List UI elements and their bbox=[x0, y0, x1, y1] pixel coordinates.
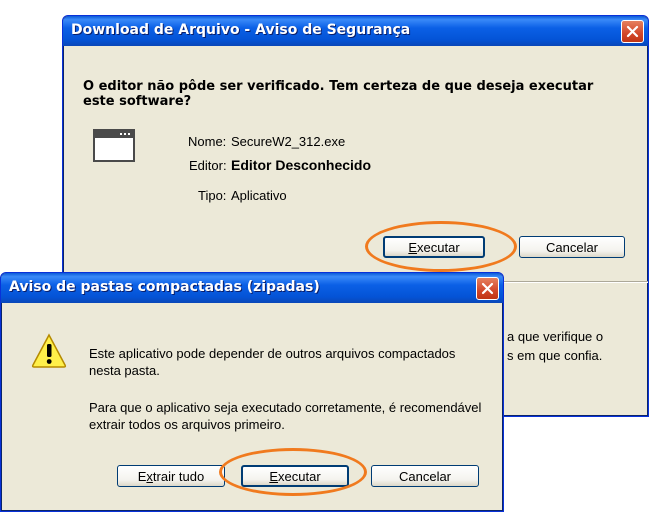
name-label: Nome: bbox=[188, 134, 227, 149]
run-button[interactable]: Executar bbox=[383, 236, 485, 258]
extract-all-button[interactable]: Ex trair tudo bbox=[117, 465, 225, 487]
cancel-button[interactable]: Cancelar bbox=[371, 465, 479, 487]
zipped-warning-titlebar[interactable]: Aviso de pastas compactadas (zipadas) bbox=[1, 273, 503, 303]
warning-icon bbox=[31, 333, 67, 368]
extract-all-first: E bbox=[137, 468, 147, 484]
name-value: SecureW2_312.exe bbox=[231, 134, 346, 149]
zipped-message-2: Para que o aplicativo seja executado cor… bbox=[89, 400, 482, 432]
close-button[interactable] bbox=[476, 277, 499, 300]
run-button-accel: E bbox=[269, 468, 279, 484]
run-button-label: xecutar bbox=[278, 468, 321, 484]
close-icon bbox=[481, 282, 494, 295]
extract-all-label: trair tudo bbox=[152, 468, 205, 484]
zipped-warning-title: Aviso de pastas compactadas (zipadas) bbox=[9, 279, 320, 295]
run-button-accel: E bbox=[408, 239, 418, 255]
type-value: Aplicativo bbox=[231, 188, 287, 203]
run-button[interactable]: Executar bbox=[241, 465, 349, 487]
publisher-label: Editor: bbox=[189, 158, 227, 173]
type-label: Tipo: bbox=[198, 188, 227, 203]
security-warning-titlebar[interactable]: Download de Arquivo - Aviso de Segurança bbox=[63, 16, 648, 46]
info-partial-line-2: s em que confia. bbox=[507, 348, 603, 363]
security-question: O editor não pôde ser verificado. Tem ce… bbox=[83, 79, 594, 109]
zipped-message-1: Este aplicativo pode depender de outros … bbox=[89, 346, 456, 378]
cancel-button-label: Cancelar bbox=[545, 239, 599, 255]
run-button-label: xecutar bbox=[417, 239, 460, 255]
cancel-button[interactable]: Cancelar bbox=[519, 236, 625, 258]
security-warning-title: Download de Arquivo - Aviso de Segurança bbox=[71, 22, 411, 38]
application-window-icon bbox=[93, 129, 135, 162]
close-icon bbox=[626, 25, 639, 38]
publisher-value[interactable]: Editor Desconhecido bbox=[231, 157, 371, 173]
info-partial-line-1: a que verifique o bbox=[507, 329, 604, 344]
zipped-folder-warning-dialog: Aviso de pastas compactadas (zipadas) Es… bbox=[0, 272, 504, 512]
close-button[interactable] bbox=[621, 20, 644, 43]
cancel-button-label: Cancelar bbox=[398, 468, 452, 484]
